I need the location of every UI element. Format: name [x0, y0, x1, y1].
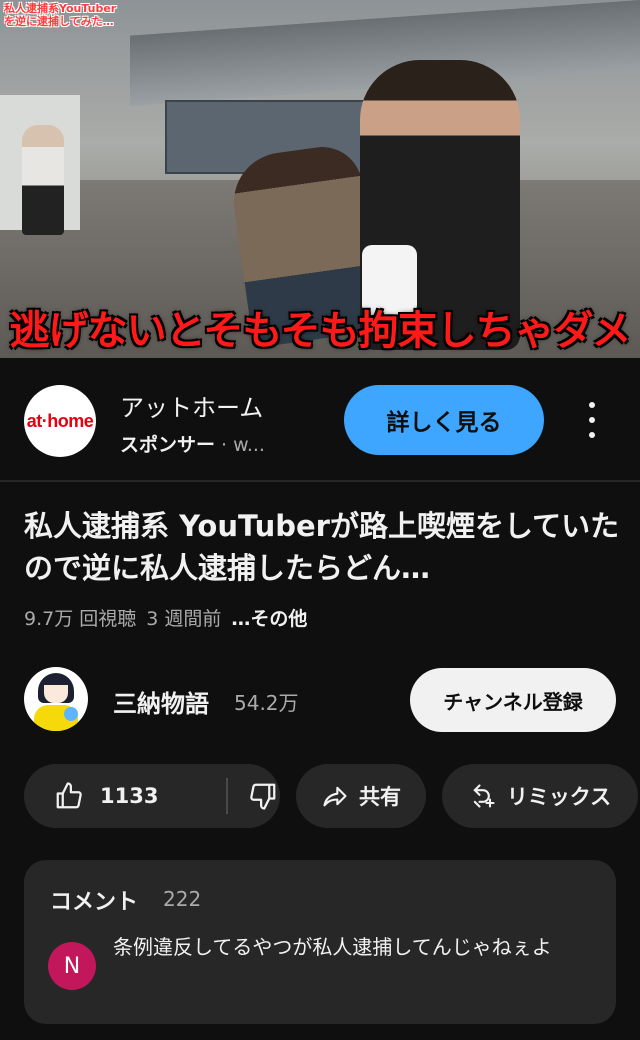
video-meta[interactable]: 9.7万 回視聴 3 週間前 …その他 — [24, 604, 317, 631]
comments-preview[interactable]: コメント 222 N 条例違反してるやつが私人逮捕してんじゃねぇよ — [24, 860, 616, 1024]
advertiser-logo[interactable]: at·home — [24, 385, 96, 457]
share-button[interactable]: 共有 — [296, 764, 426, 828]
like-dislike-group: 1133 — [24, 764, 280, 828]
section-divider — [0, 480, 640, 482]
view-count: 9.7万 回視聴 — [24, 608, 137, 630]
remix-icon — [473, 784, 495, 808]
video-overlay-small-caption: 私人逮捕系YouTuber を逆に逮捕してみた… — [4, 2, 117, 28]
video-scene-bystander — [22, 125, 64, 235]
share-icon — [323, 786, 347, 807]
thumbs-down-icon — [250, 783, 276, 810]
channel-name[interactable]: 三納物語 — [113, 684, 209, 719]
more-vert-icon[interactable] — [580, 400, 604, 440]
sponsor-label: スポンサー — [120, 434, 216, 456]
sponsor-subline: スポンサー · w... — [120, 430, 265, 457]
video-player[interactable]: 私人逮捕系YouTuber を逆に逮捕してみた… 逃げないとそもそも拘束しちゃダ… — [0, 0, 640, 358]
remix-button[interactable]: リミックス — [442, 764, 638, 828]
share-label: 共有 — [359, 785, 401, 809]
more-description-link[interactable]: …その他 — [231, 608, 307, 630]
video-title[interactable]: 私人逮捕系 YouTuberが路上喫煙をしていたので逆に私人逮捕したらどん… — [24, 505, 620, 589]
separator-dot: · — [221, 434, 228, 456]
remix-label: リミックス — [506, 785, 612, 809]
advertiser-logo-text: at·home — [26, 410, 94, 431]
channel-avatar[interactable] — [24, 667, 88, 731]
comments-header: コメント — [50, 890, 139, 915]
like-divider — [226, 778, 228, 814]
upload-age: 3 週間前 — [146, 608, 222, 630]
commenter-avatar: N — [48, 942, 96, 990]
like-count: 1133 — [100, 784, 159, 808]
video-overlay-large-caption: 逃げないとそもそも拘束しちゃダメ — [9, 308, 632, 354]
advertiser-name: アットホーム — [120, 394, 264, 422]
thumbs-up-icon — [56, 782, 82, 809]
ad-url-preview: w... — [233, 434, 265, 456]
dislike-button[interactable] — [248, 781, 278, 811]
subscriber-count: 54.2万 — [234, 691, 299, 715]
subscribe-button[interactable]: チャンネル登録 — [410, 668, 616, 732]
learn-more-button[interactable]: 詳しく見る — [344, 385, 544, 455]
like-button[interactable]: 1133 — [24, 781, 194, 811]
sponsor-ad[interactable]: at·home アットホーム スポンサー · w... 詳しく見る — [0, 358, 640, 480]
top-comment-text: 条例違反してるやつが私人逮捕してんじゃねぇよ — [113, 935, 552, 959]
comments-count: 222 — [163, 887, 202, 911]
